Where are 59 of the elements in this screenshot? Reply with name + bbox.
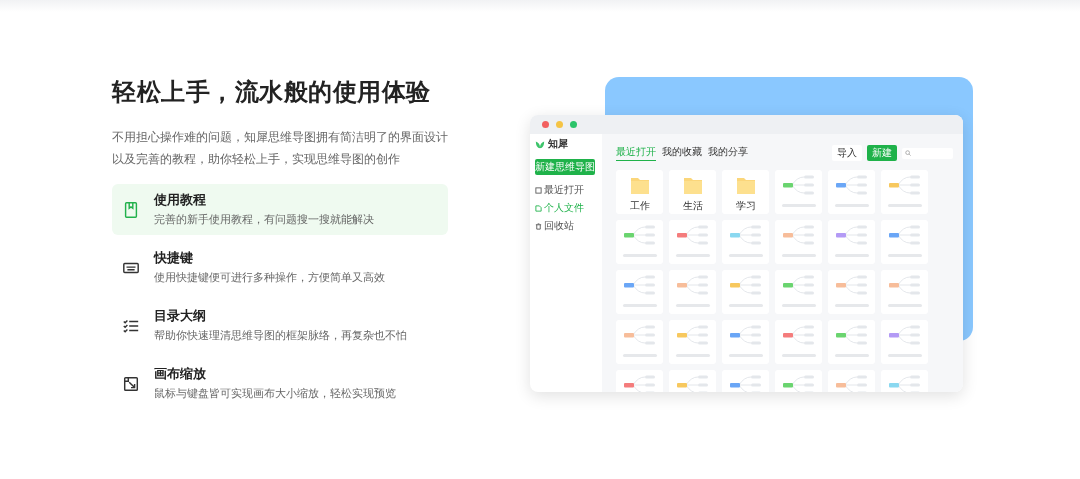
file-card[interactable] (828, 320, 875, 364)
file-card[interactable] (722, 320, 769, 364)
file-card[interactable] (881, 170, 928, 214)
app-name: 知犀 (548, 137, 568, 151)
file-card[interactable] (775, 320, 822, 364)
folder-name: 工作 (629, 200, 650, 212)
file-card[interactable]: 学习 (722, 170, 769, 214)
sidebar-item[interactable]: 最近打开 (535, 183, 597, 197)
file-card[interactable] (616, 220, 663, 264)
feature-title: 画布缩放 (154, 365, 207, 383)
file-card[interactable] (722, 270, 769, 314)
file-card[interactable] (775, 270, 822, 314)
maximize-dot[interactable] (570, 121, 577, 128)
file-icon (535, 204, 542, 212)
feature-item[interactable]: 使用教程 完善的新手使用教程，有问题搜一搜就能解决 (112, 184, 448, 235)
file-card[interactable] (881, 270, 928, 314)
file-card[interactable] (828, 270, 875, 314)
search-icon (905, 150, 911, 156)
sidebar-item[interactable]: 回收站 (535, 219, 597, 233)
feature-item[interactable]: 快捷键 使用快捷键便可进行多种操作，方便简单又高效 (112, 242, 448, 293)
file-card[interactable] (669, 320, 716, 364)
file-card[interactable] (669, 220, 716, 264)
import-button[interactable]: 导入 (832, 145, 862, 161)
feature-description: 使用快捷键便可进行多种操作，方便简单又高效 (154, 270, 385, 286)
logo-icon (535, 139, 545, 149)
file-card[interactable] (669, 270, 716, 314)
feature-title: 目录大纲 (154, 307, 207, 325)
close-dot[interactable] (542, 121, 549, 128)
feature-description: 帮助你快速理清思维导图的框架脉络，再复杂也不怕 (154, 328, 407, 344)
feature-description: 完善的新手使用教程，有问题搜一搜就能解决 (154, 212, 374, 228)
resize-icon (122, 375, 140, 393)
file-card[interactable] (881, 320, 928, 364)
folder-name: 学习 (735, 200, 756, 212)
file-card[interactable] (881, 220, 928, 264)
file-card[interactable] (828, 220, 875, 264)
feature-description: 鼠标与键盘皆可实现画布大小缩放，轻松实现预览 (154, 386, 396, 402)
bookmark-icon (122, 201, 140, 219)
file-card[interactable] (828, 170, 875, 214)
folder-name: 生活 (682, 200, 703, 212)
section-heading: 轻松上手，流水般的使用体验 (112, 77, 432, 108)
file-card[interactable] (775, 220, 822, 264)
file-card[interactable] (616, 320, 663, 364)
file-card[interactable] (775, 170, 822, 214)
intro-text: 不用担心操作难的问题，知犀思维导图拥有简洁明了的界面设计以及完善的教程，助你轻松上手，实现思维导图的创作 (112, 129, 449, 168)
feature-title: 快捷键 (154, 249, 194, 267)
file-card[interactable] (616, 270, 663, 314)
feature-item[interactable]: 画布缩放 鼠标与键盘皆可实现画布大小缩放，轻松实现预览 (112, 358, 448, 409)
tab[interactable]: 我的分享 (708, 145, 748, 161)
trash-icon (535, 222, 542, 230)
search-field[interactable] (902, 147, 953, 159)
list-icon (535, 186, 542, 194)
feature-item[interactable]: 目录大纲 帮助你快速理清思维导图的框架脉络，再复杂也不怕 (112, 300, 448, 351)
file-card[interactable]: 生活 (669, 170, 716, 214)
tab[interactable]: 我的收藏 (662, 145, 702, 161)
feature-title: 使用教程 (154, 191, 207, 209)
file-card[interactable]: 工作 (616, 170, 663, 214)
file-card[interactable] (722, 220, 769, 264)
checklist-icon (122, 317, 140, 335)
minimize-dot[interactable] (556, 121, 563, 128)
